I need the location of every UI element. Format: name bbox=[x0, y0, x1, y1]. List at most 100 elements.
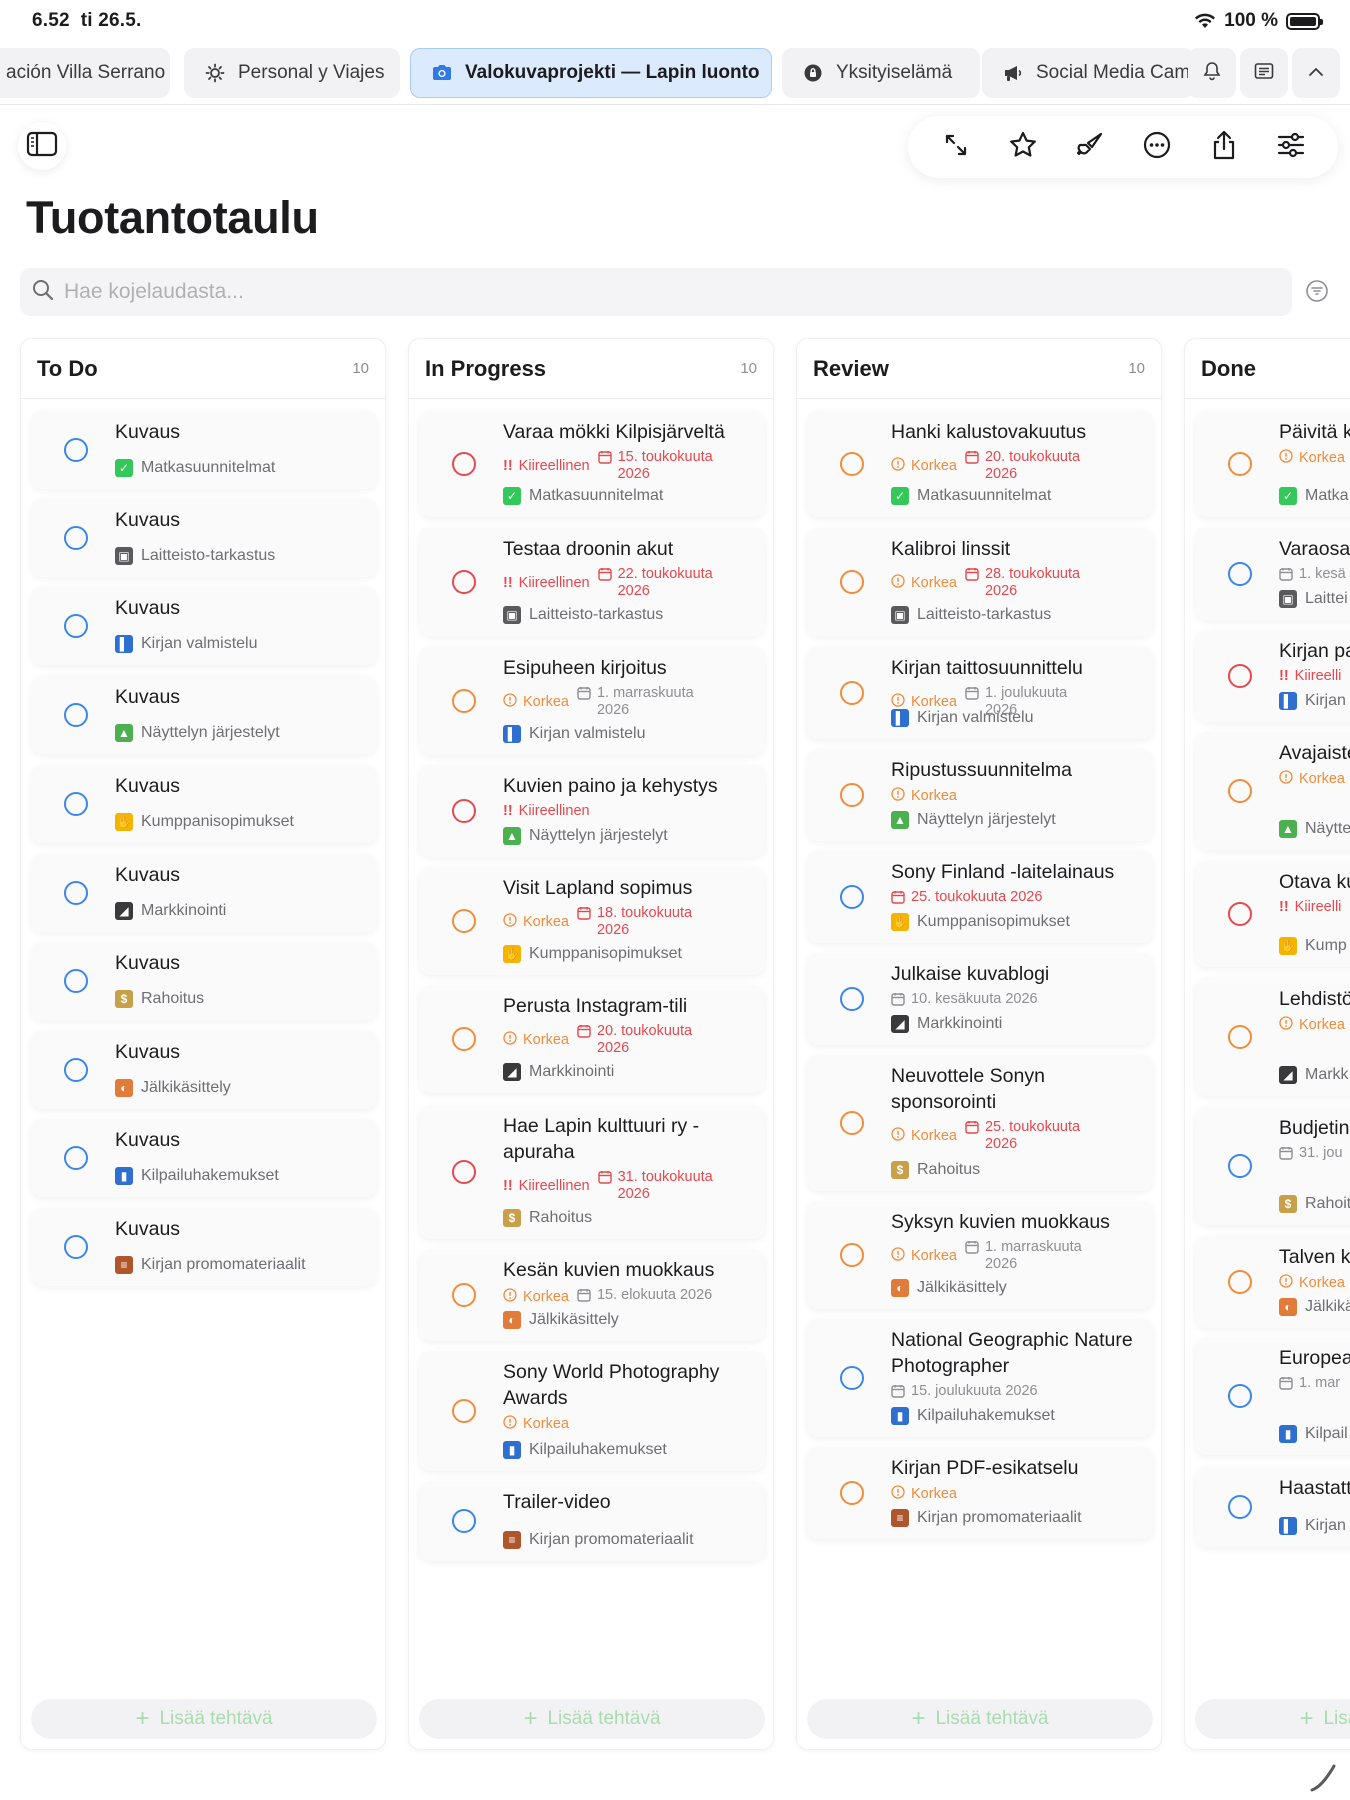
task-card[interactable]: Visit Lapland sopimus Korkea 18. toukokuut… bbox=[419, 867, 765, 975]
task-card[interactable]: Kuvaus ≡ Kirjan promomateriaalit bbox=[31, 1208, 377, 1286]
task-checkbox[interactable] bbox=[1228, 1384, 1252, 1408]
task-card[interactable]: Kirjan PDF-esikatselu Korkea ≡ Kirjan promo… bbox=[807, 1447, 1153, 1539]
task-checkbox[interactable] bbox=[64, 1235, 88, 1259]
task-card[interactable]: Perusta Instagram-tili Korkea 20. toukokuu… bbox=[419, 985, 765, 1093]
task-card[interactable]: Testaa droonin akut!! Kiireellinen 22. tou… bbox=[419, 528, 765, 636]
task-card[interactable]: Kirjan taittosuunnittelu Korkea 1. jouluku… bbox=[807, 647, 1153, 739]
settings-button[interactable] bbox=[1269, 125, 1313, 169]
task-card[interactable]: Kuvaus ▮ Kilpailuhakemukset bbox=[31, 1119, 377, 1197]
task-checkbox[interactable] bbox=[64, 881, 88, 905]
task-card[interactable]: Kuvaus $ Rahoitus bbox=[31, 942, 377, 1020]
task-checkbox[interactable] bbox=[840, 570, 864, 594]
task-card[interactable]: Kirjan pa!! Kiireelli ▌ Kirjan bbox=[1195, 630, 1350, 722]
task-checkbox[interactable] bbox=[1228, 902, 1252, 926]
reader-button[interactable] bbox=[1240, 48, 1288, 98]
task-checkbox[interactable] bbox=[1228, 562, 1252, 586]
tab-valokuvaprojekti[interactable]: Valokuvaprojekti — Lapin luonto bbox=[410, 48, 772, 98]
add-task-button[interactable]: + Lisää tehtävä bbox=[419, 1699, 765, 1739]
task-card[interactable]: Budjetin kuukaus 31. jou $ Rahoit bbox=[1195, 1107, 1350, 1225]
task-card[interactable]: Kuvaus ▌ Kirjan valmistelu bbox=[31, 587, 377, 665]
sidebar-toggle-button[interactable] bbox=[18, 122, 66, 170]
task-checkbox[interactable] bbox=[64, 792, 88, 816]
task-card[interactable]: Kuvaus ✋ Kumppanisopimukset bbox=[31, 765, 377, 843]
task-card[interactable]: European Photogra 1. mar ▮ Kilpail bbox=[1195, 1337, 1350, 1455]
task-card[interactable]: National Geographic Nature Photographer 1… bbox=[807, 1319, 1153, 1437]
add-task-button[interactable]: + Lisää tehtävä bbox=[31, 1699, 377, 1739]
task-checkbox[interactable] bbox=[452, 1027, 476, 1051]
more-button[interactable] bbox=[1135, 125, 1179, 169]
task-checkbox[interactable] bbox=[840, 885, 864, 909]
task-card[interactable]: Trailer-video ≡ Kirjan promomateriaalit bbox=[419, 1481, 765, 1561]
task-checkbox[interactable] bbox=[840, 681, 864, 705]
tab-personal-y-viajes[interactable]: Personal y Viajes bbox=[184, 48, 400, 98]
notifications-button[interactable] bbox=[1188, 48, 1236, 98]
task-card[interactable]: Lehdistö näyttely Korkea ◢ Markk bbox=[1195, 978, 1350, 1096]
task-checkbox[interactable] bbox=[64, 1058, 88, 1082]
task-checkbox[interactable] bbox=[840, 452, 864, 476]
task-card[interactable]: Esipuheen kirjoitus Korkea 1. marraskuuta … bbox=[419, 647, 765, 755]
task-checkbox[interactable] bbox=[64, 1146, 88, 1170]
task-checkbox[interactable] bbox=[452, 799, 476, 823]
task-card[interactable]: Päivitä k Korkea ✓ Matka bbox=[1195, 411, 1350, 517]
task-checkbox[interactable] bbox=[840, 783, 864, 807]
task-card[interactable]: Otava ku!! Kiireelli ✋ Kump bbox=[1195, 861, 1350, 967]
task-checkbox[interactable] bbox=[840, 1243, 864, 1267]
filter-button[interactable] bbox=[1302, 278, 1332, 308]
task-checkbox[interactable] bbox=[840, 1481, 864, 1505]
task-card[interactable]: Kesän kuvien muokkaus Korkea 15. elokuuta … bbox=[419, 1249, 765, 1341]
add-task-button[interactable]: + Lisää tehtävä bbox=[807, 1699, 1153, 1739]
task-card[interactable]: Varaosat 1. kesä ▣ Laittei bbox=[1195, 528, 1350, 620]
task-card[interactable]: Neuvottele Sonyn sponsorointi Korkea 25. t… bbox=[807, 1055, 1153, 1191]
task-card[interactable]: Sony World Photography Awards Korkea ▮ Kilp… bbox=[419, 1351, 765, 1471]
task-card[interactable]: Kalibroi linssit Korkea 28. toukokuuta 202… bbox=[807, 528, 1153, 636]
task-checkbox[interactable] bbox=[452, 1509, 476, 1533]
task-checkbox[interactable] bbox=[840, 987, 864, 1011]
task-checkbox[interactable] bbox=[64, 526, 88, 550]
task-card[interactable]: Ripustussuunnitelma Korkea ▲ Näyttelyn järj… bbox=[807, 749, 1153, 841]
task-checkbox[interactable] bbox=[1228, 1495, 1252, 1519]
task-checkbox[interactable] bbox=[64, 969, 88, 993]
task-card[interactable]: Kuvaus ◐ Jälkikäsittely bbox=[31, 1031, 377, 1109]
task-checkbox[interactable] bbox=[840, 1111, 864, 1135]
task-checkbox[interactable] bbox=[452, 1283, 476, 1307]
task-checkbox[interactable] bbox=[452, 1399, 476, 1423]
task-card[interactable]: Kuvaus ✓ Matkasuunnitelmat bbox=[31, 411, 377, 489]
task-checkbox[interactable] bbox=[1228, 1025, 1252, 1049]
tab-social-media[interactable]: Social Media Campaign bbox=[982, 48, 1194, 98]
task-card[interactable]: Syksyn kuvien muokkaus Korkea 1. marraskuu… bbox=[807, 1201, 1153, 1309]
task-card[interactable]: Kuvaus ▣ Laitteisto-tarkastus bbox=[31, 499, 377, 577]
tab-yksityiselama[interactable]: Yksityiselämä bbox=[782, 48, 980, 98]
add-task-button[interactable]: + Lisää tehtävä bbox=[1195, 1699, 1350, 1739]
task-card[interactable]: Kuvien paino ja kehystys!! Kiireellinen ▲ N… bbox=[419, 765, 765, 857]
task-card[interactable]: Hanki kalustovakuutus Korkea 20. toukokuut… bbox=[807, 411, 1153, 517]
task-card[interactable]: Sony Finland -laitelainaus 25. toukokuuta… bbox=[807, 851, 1153, 943]
task-checkbox[interactable] bbox=[452, 909, 476, 933]
task-card[interactable]: Julkaise kuvablogi 10. kesäkuuta 2026 ◢ Mar… bbox=[807, 953, 1153, 1045]
task-checkbox[interactable] bbox=[1228, 664, 1252, 688]
task-card[interactable]: Talven k Korkea ◐ Jälkikä bbox=[1195, 1236, 1350, 1328]
task-card[interactable]: Kuvaus ◢ Markkinointi bbox=[31, 854, 377, 932]
task-checkbox[interactable] bbox=[452, 689, 476, 713]
task-checkbox[interactable] bbox=[64, 438, 88, 462]
tab-villa-serrano[interactable]: ación Villa Serrano bbox=[0, 48, 170, 98]
task-checkbox[interactable] bbox=[452, 452, 476, 476]
task-card[interactable]: Kuvaus ▲ Näyttelyn järjestelyt bbox=[31, 676, 377, 754]
collapse-tabs-button[interactable] bbox=[1292, 48, 1340, 98]
task-checkbox[interactable] bbox=[1228, 1154, 1252, 1178]
task-checkbox[interactable] bbox=[452, 570, 476, 594]
task-checkbox[interactable] bbox=[840, 1366, 864, 1390]
task-checkbox[interactable] bbox=[452, 1160, 476, 1184]
task-checkbox[interactable] bbox=[64, 614, 88, 638]
expand-button[interactable] bbox=[934, 125, 978, 169]
task-checkbox[interactable] bbox=[1228, 452, 1252, 476]
task-checkbox[interactable] bbox=[64, 703, 88, 727]
task-card[interactable]: Hae Lapin kulttuuri ry -apuraha!! Kiireel… bbox=[419, 1105, 765, 1239]
favorite-button[interactable] bbox=[1001, 125, 1045, 169]
task-card[interactable]: Varaa mökki Kilpisjärveltä!! Kiireellinen… bbox=[419, 411, 765, 517]
task-card[interactable]: Avajaiste kutsujen Korkea ▲ Näytte bbox=[1195, 732, 1350, 850]
task-checkbox[interactable] bbox=[1228, 779, 1252, 803]
task-card[interactable]: Haastatt ▌ Kirjan bbox=[1195, 1467, 1350, 1547]
share-button[interactable] bbox=[1202, 125, 1246, 169]
brush-button[interactable] bbox=[1068, 125, 1112, 169]
task-checkbox[interactable] bbox=[1228, 1270, 1252, 1294]
